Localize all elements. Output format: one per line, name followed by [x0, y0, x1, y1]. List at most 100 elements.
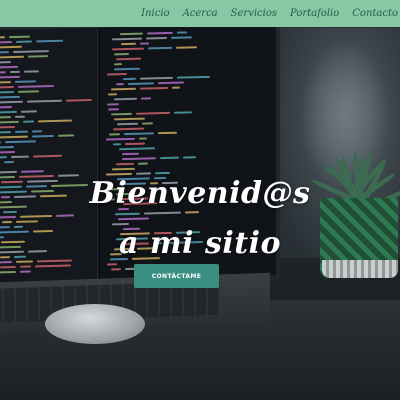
- code-line-decoration: [148, 46, 172, 50]
- code-line-decoration: [0, 131, 11, 134]
- nav-link-contacto[interactable]: Contacto: [352, 8, 398, 19]
- code-line-decoration: [108, 108, 119, 111]
- code-line-decoration: [0, 145, 14, 149]
- code-line-decoration: [112, 37, 142, 41]
- code-line-decoration: [4, 160, 14, 164]
- code-line-decoration: [33, 154, 62, 158]
- code-line-decoration: [5, 140, 36, 144]
- navbar: Inicio Acerca Servicios Portafolio Conta…: [0, 0, 400, 27]
- code-line-decoration: [0, 110, 17, 114]
- code-line-decoration: [122, 152, 139, 156]
- code-line-decoration: [16, 220, 38, 223]
- code-line-decoration: [20, 270, 31, 273]
- code-line-decoration: [0, 141, 1, 144]
- code-line-decoration: [0, 120, 19, 124]
- code-line-decoration: [20, 214, 52, 218]
- code-line-decoration: [160, 156, 179, 160]
- code-line-decoration: [107, 73, 127, 76]
- nav-link-portafolio[interactable]: Portafolio: [290, 8, 339, 19]
- code-line-decoration: [18, 84, 54, 88]
- code-line-decoration: [0, 41, 12, 44]
- code-line-decoration: [136, 172, 151, 175]
- nav-link-servicios[interactable]: Servicios: [231, 8, 277, 19]
- code-line-decoration: [171, 36, 192, 39]
- code-line-decoration: [0, 51, 9, 54]
- code-line-decoration: [158, 131, 177, 135]
- code-line-decoration: [0, 135, 28, 139]
- code-line-decoration: [0, 71, 6, 74]
- code-line-decoration: [13, 50, 49, 53]
- code-line-decoration: [16, 40, 32, 43]
- code-line-decoration: [142, 122, 153, 125]
- code-line-decoration: [116, 57, 141, 61]
- code-line-decoration: [172, 86, 180, 89]
- code-line-decoration: [32, 134, 54, 138]
- plant-pot-base: [322, 260, 398, 278]
- code-line-decoration: [0, 156, 7, 159]
- code-line-decoration: [0, 95, 20, 99]
- code-line-decoration: [114, 52, 129, 56]
- code-line-decoration: [106, 137, 135, 141]
- hero-title-line-2: a mi sitio: [118, 226, 282, 261]
- code-line-decoration: [0, 36, 5, 39]
- code-line-decoration: [118, 217, 149, 221]
- code-line-decoration: [0, 61, 11, 64]
- code-line-decoration: [15, 130, 28, 133]
- code-line-decoration: [0, 116, 11, 119]
- mouse-image: [45, 304, 145, 344]
- code-line-decoration: [140, 42, 149, 45]
- code-line-decoration: [113, 143, 121, 146]
- code-line-decoration: [0, 170, 17, 174]
- code-line-decoration: [114, 117, 145, 121]
- code-line-decoration: [107, 103, 119, 106]
- code-line-decoration: [115, 212, 140, 216]
- code-line-decoration: [28, 55, 48, 58]
- code-line-decoration: [24, 70, 39, 73]
- code-line-decoration: [146, 36, 167, 40]
- code-line-decoration: [177, 75, 210, 79]
- code-line-decoration: [122, 157, 156, 161]
- code-line-decoration: [21, 170, 44, 173]
- code-line-decoration: [0, 125, 15, 129]
- code-line-decoration: [0, 55, 24, 59]
- code-line-decoration: [147, 31, 173, 35]
- code-line-decoration: [111, 112, 132, 116]
- code-line-decoration: [35, 264, 71, 268]
- code-line-decoration: [0, 150, 15, 154]
- code-line-decoration: [58, 134, 74, 137]
- code-line-decoration: [2, 221, 12, 224]
- code-line-decoration: [116, 83, 124, 86]
- code-line-decoration: [0, 100, 23, 104]
- code-line-decoration: [141, 97, 151, 100]
- code-line-decoration: [0, 90, 14, 94]
- code-line-decoration: [15, 80, 36, 83]
- code-line-decoration: [125, 142, 145, 146]
- code-line-decoration: [0, 106, 12, 109]
- code-line-decoration: [140, 86, 168, 90]
- code-line-decoration: [183, 156, 196, 159]
- code-line-decoration: [185, 211, 199, 214]
- code-line-decoration: [0, 45, 22, 49]
- code-line-decoration: [11, 155, 29, 159]
- code-line-decoration: [112, 167, 135, 171]
- code-line-decoration: [0, 85, 14, 89]
- code-line-decoration: [176, 46, 197, 49]
- contact-me-button[interactable]: CONTÁCTAME: [134, 264, 219, 288]
- code-line-decoration: [56, 214, 74, 217]
- code-line-decoration: [38, 119, 72, 123]
- code-line-decoration: [117, 122, 138, 126]
- code-line-decoration: [20, 265, 31, 268]
- code-line-decoration: [114, 67, 140, 71]
- code-line-decoration: [0, 265, 16, 269]
- code-line-decoration: [36, 39, 63, 43]
- code-line-decoration: [119, 147, 155, 151]
- code-line-decoration: [18, 90, 39, 93]
- nav-link-acerca[interactable]: Acerca: [183, 8, 218, 19]
- nav-link-inicio[interactable]: Inicio: [141, 8, 169, 19]
- code-line-decoration: [0, 81, 11, 84]
- code-line-decoration: [128, 82, 154, 85]
- code-line-decoration: [0, 270, 16, 274]
- code-line-decoration: [112, 47, 144, 51]
- code-line-decoration: [116, 162, 134, 166]
- code-line-decoration: [9, 35, 30, 39]
